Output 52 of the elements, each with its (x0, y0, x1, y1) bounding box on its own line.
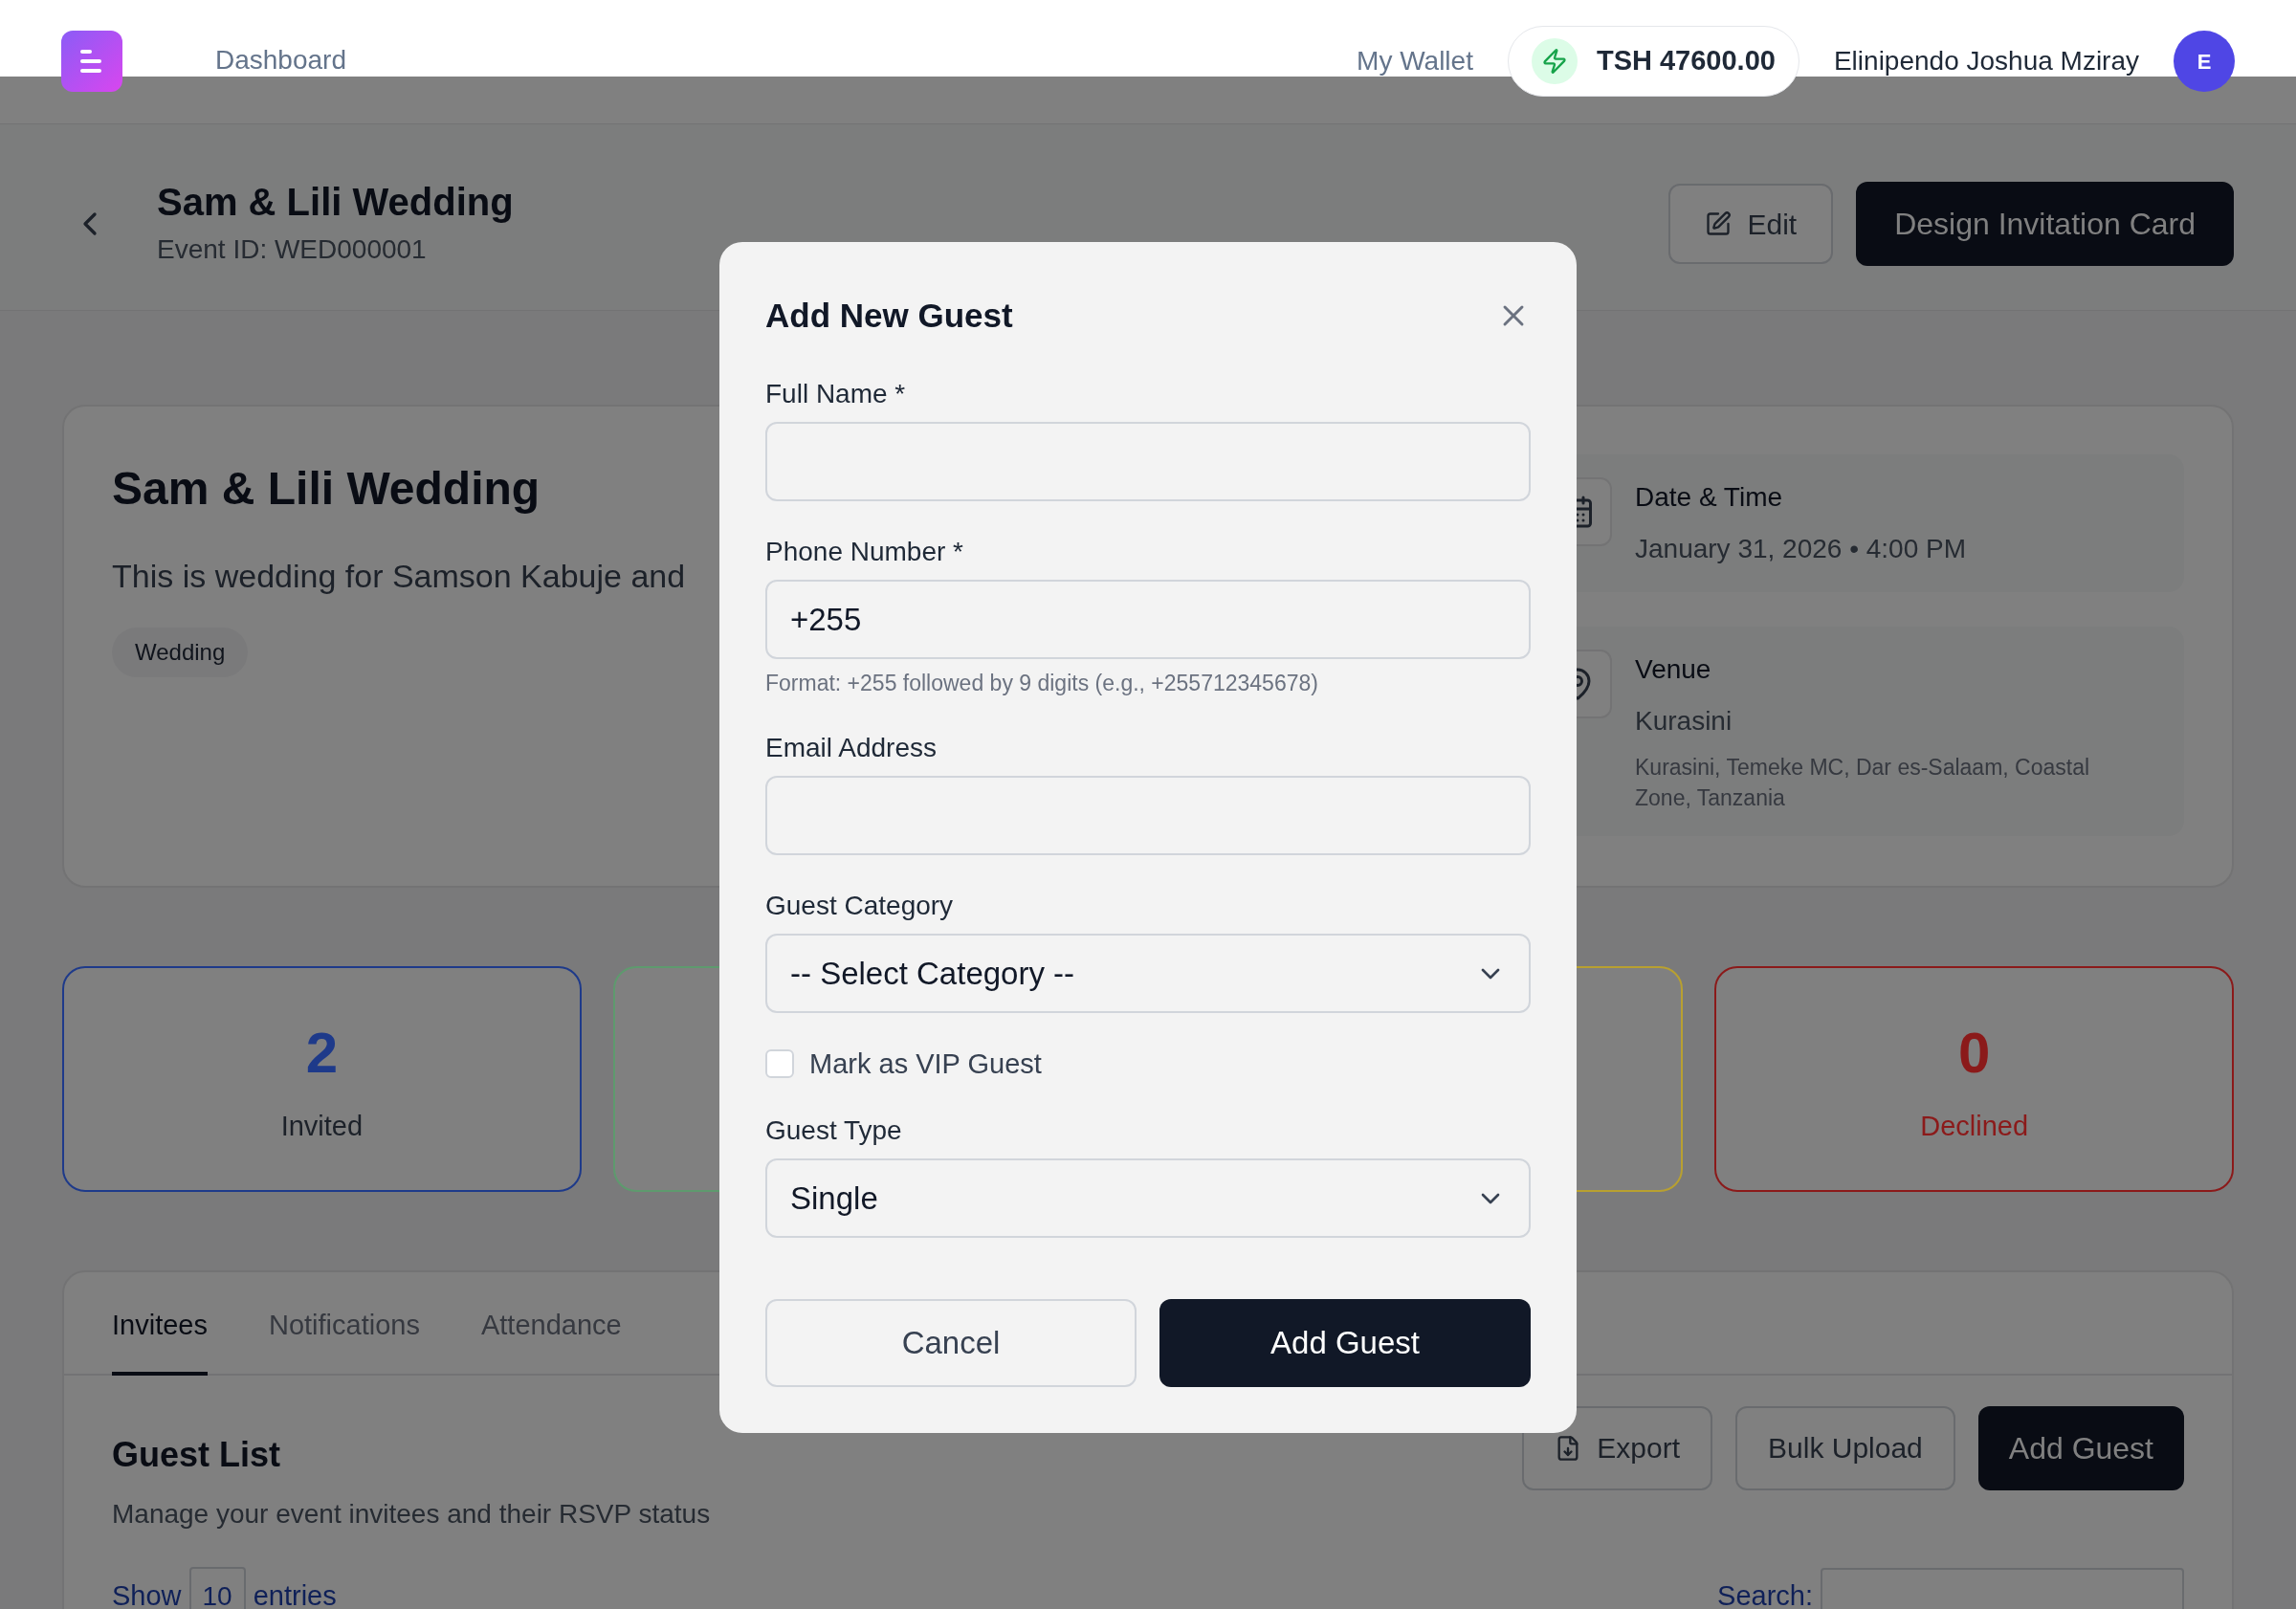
input-field[interactable] (765, 422, 1531, 501)
detail-label: Venue (1635, 653, 1712, 686)
bulk-upload-button[interactable]: Bulk Upload (1735, 1405, 1955, 1490)
entries-label: entries (253, 1578, 337, 1609)
tab[interactable]: Invitees (112, 1272, 208, 1376)
edit-button[interactable]: Edit (1668, 184, 1834, 264)
event-id: Event ID: WED000001 (157, 233, 428, 266)
user-name: Elinipendo Joshua Mziray (1833, 45, 2139, 77)
tab[interactable]: Attendance (480, 1272, 622, 1376)
search-label: Search: (1717, 1578, 1813, 1609)
checkbox-label: Mark as VIP Guest (809, 1047, 1042, 1080)
stat-value: 0 (1957, 1020, 1991, 1088)
dialog-title: Add New Guest (765, 296, 1013, 336)
user-avatar[interactable]: E (2174, 31, 2235, 92)
field-label: Email Address (765, 732, 938, 764)
tab[interactable]: Notifications (268, 1272, 420, 1376)
design-card-button[interactable]: Design Invitation Card (1856, 182, 2234, 266)
field-hint: Format: +255 followed by 9 digits (e.g., +255712345678) (765, 670, 1319, 697)
stat-value: 2 (305, 1020, 339, 1088)
field-label: Guest Type (765, 1114, 903, 1147)
event-card-title: Sam & Lili Wedding (112, 462, 541, 516)
show-label: Show (112, 1578, 182, 1609)
input-field[interactable]: +255 (765, 580, 1531, 659)
event-title: Sam & Lili Wedding (157, 180, 514, 225)
field-label: Full Name * (765, 378, 907, 410)
logo-icon[interactable] (61, 31, 122, 92)
event-type-tag: Wedding (112, 628, 249, 677)
detail-value: Kurasini (1635, 705, 1733, 738)
export-button[interactable]: Export (1522, 1405, 1713, 1490)
guest-list-title: Guest List (112, 1433, 282, 1476)
select-field[interactable]: Single (765, 1158, 1531, 1238)
stat-label: Invited (280, 1110, 364, 1144)
add-guest-submit-button[interactable]: Add Guest (1159, 1299, 1531, 1387)
cancel-button[interactable]: Cancel (765, 1299, 1137, 1387)
page-size-select[interactable]: 10 (188, 1566, 246, 1609)
add-guest-button[interactable]: Add Guest (1977, 1405, 2184, 1490)
guest-list-subtitle: Manage your event invitees and their RSVP status (112, 1497, 711, 1531)
vip-checkbox[interactable] (765, 1049, 794, 1078)
bolt-icon (1531, 38, 1578, 84)
stat-label: Declined (1920, 1110, 2029, 1144)
input-field[interactable] (765, 776, 1531, 855)
field-label: Phone Number * (765, 536, 964, 568)
wallet-balance-pill[interactable]: TSH 47600.00 (1507, 26, 1799, 97)
wallet-link[interactable]: My Wallet (1357, 41, 1473, 81)
edit-icon (1705, 210, 1733, 237)
detail-value: January 31, 2026 • 4:00 PM (1635, 533, 1967, 565)
event-description: This is wedding for Samson Kabuje and (112, 557, 686, 596)
dashboard-link[interactable]: Dashboard (215, 40, 346, 80)
field-label: Guest Category (765, 890, 955, 922)
detail-label: Date & Time (1635, 481, 1784, 514)
venue-address: Kurasini, Temeke MC, Dar es-Salaam, Coastal Zone, Tanzania (1635, 754, 2091, 812)
select-field[interactable]: -- Select Category -- (765, 934, 1531, 1013)
